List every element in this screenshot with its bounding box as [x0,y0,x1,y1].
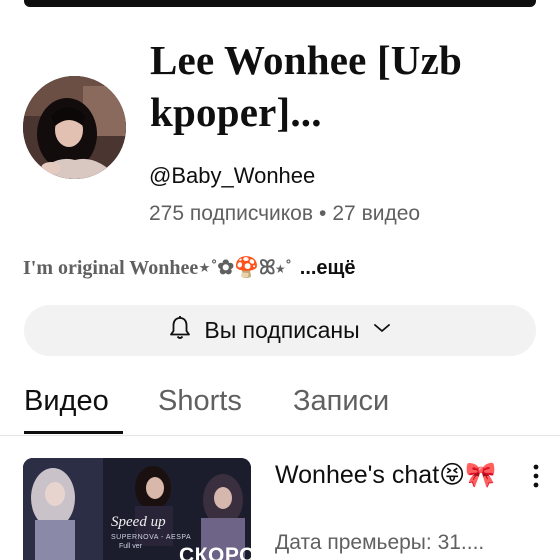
video-thumbnail[interactable]: Speed up SUPERNOVA - AESPA Full ver СКОР… [23,458,251,560]
tab-videos[interactable]: Видео [24,385,109,418]
video-count: 27 видео [332,202,421,225]
thumbnail-overlay-song: SUPERNOVA - AESPA [111,534,192,541]
thumbnail-overlay-title: Speed up [111,514,166,530]
stats-separator: • [319,202,327,225]
more-vert-icon[interactable] [528,461,544,497]
video-meta: Дата премьеры: 31.... [275,531,485,554]
channel-description[interactable]: I'm original Wonhee⋆˚✿🍄ꕤ⋆˚ ...ещё [23,255,543,280]
channel-stats: 275 подписчиков • 27 видео [149,202,420,226]
more-link[interactable]: ...ещё [300,257,356,279]
top-bar [24,0,536,7]
thumbnail-badge: СКОРО [179,544,251,560]
channel-avatar[interactable] [23,76,126,179]
subscribed-label: Вы подписаны [204,317,360,343]
chevron-down-icon [372,321,392,340]
subscribed-button[interactable]: Вы подписаны [24,305,536,356]
channel-handle: @Baby_Wonhee [149,163,316,188]
channel-name: Lee Wonhee [Uzb kpoper]... [150,37,463,135]
channel-tabs: Видео Shorts Записи [0,380,560,436]
thumbnail-overlay-version: Full ver [119,543,142,550]
subscriber-count: 275 подписчиков [149,202,314,225]
video-list-item[interactable]: Speed up SUPERNOVA - AESPA Full ver СКОР… [0,455,560,560]
bell-icon [168,315,192,346]
tab-posts[interactable]: Записи [293,385,389,418]
tab-shorts[interactable]: Shorts [158,385,242,418]
description-text: I'm original Wonhee⋆˚✿🍄ꕤ⋆˚ [23,257,292,279]
active-tab-indicator [24,431,123,434]
video-title[interactable]: Wonhee's chat😝🎀 [275,458,515,492]
